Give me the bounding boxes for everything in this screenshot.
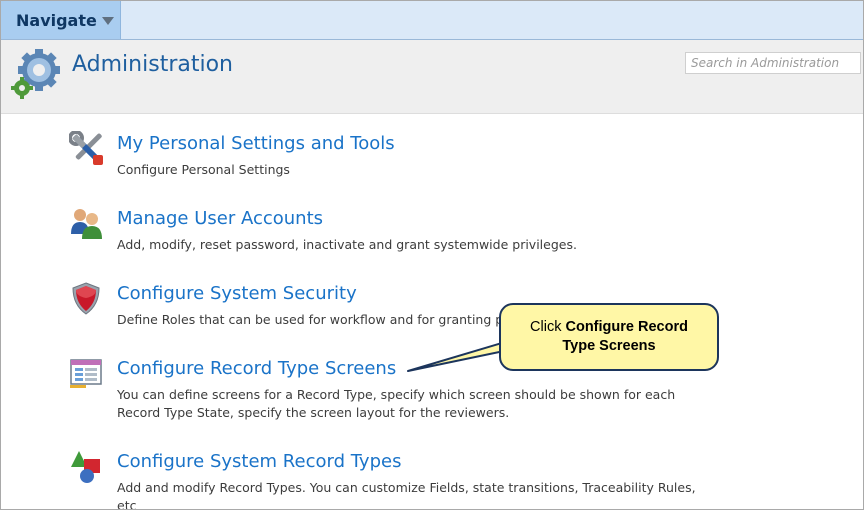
app-window: Navigate Administration Search in Admini… <box>0 0 864 510</box>
callout-tooltip: Click Configure Record Type Screens <box>499 303 719 371</box>
callout-prefix: Click <box>530 319 566 335</box>
callout-pointer <box>407 336 523 372</box>
callout-bold-text: Configure Record Type Screens <box>562 319 688 354</box>
